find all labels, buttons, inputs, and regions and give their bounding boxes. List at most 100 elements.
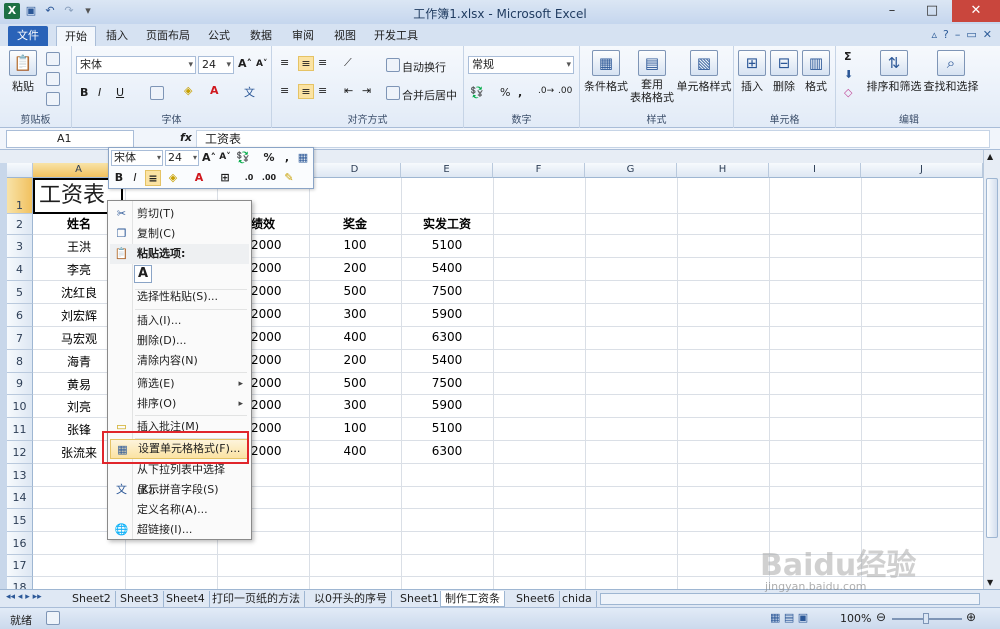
copy-icon[interactable] [46,72,60,86]
scroll-thumb[interactable] [986,178,998,538]
vertical-scrollbar[interactable]: ▲ ▼ [983,150,1000,589]
number-format-select[interactable]: 常规 [468,56,574,74]
sheet-tab[interactable]: Sheet2 [68,591,116,607]
tab-formulas[interactable]: 公式 [200,26,238,46]
tab-insert[interactable]: 插入 [98,26,136,46]
cell-bonus[interactable]: 400 [309,330,401,344]
sheet-tab-active[interactable]: 制作工资条 [440,591,505,607]
row-header-2[interactable]: 2 [7,214,33,235]
mini-bold-icon[interactable]: B [111,170,127,186]
formula-input[interactable]: 工资表 [196,130,990,148]
sort-filter-button[interactable]: ⇅ 排序和筛选 [866,50,922,94]
row-header-10[interactable]: 10 [7,395,33,418]
tab-page-layout[interactable]: 页面布局 [140,26,196,46]
cell-total[interactable]: 5400 [401,261,493,275]
cell-total[interactable]: 7500 [401,284,493,298]
tab-file[interactable]: 文件 [8,26,48,46]
paste-text-only-icon[interactable]: A [134,265,152,283]
autosum-icon[interactable]: Σ [844,50,852,63]
cell-bonus[interactable]: 200 [309,261,401,275]
underline-button[interactable]: U [116,86,124,99]
mini-fill-color-icon[interactable]: ◈ [165,170,181,186]
menu-item-phonetic[interactable]: 文显示拼音字段(S) [110,480,249,500]
zoom-out-icon[interactable]: ⊖ [876,610,886,624]
row-header-17[interactable]: 17 [7,555,33,577]
font-size-select[interactable]: 24 [198,56,234,74]
find-select-button[interactable]: ⌕ 查找和选择 [922,50,980,94]
tab-developer[interactable]: 开发工具 [368,26,424,46]
align-middle-icon[interactable]: ≡ [298,56,314,71]
row-header-7[interactable]: 7 [7,327,33,350]
menu-item-clear[interactable]: 清除内容(N) [110,351,249,371]
scroll-up-icon[interactable]: ▲ [987,152,993,161]
doc-close-icon[interactable]: ✕ [983,28,992,41]
header-bonus[interactable]: 奖金 [309,215,401,232]
row-header-13[interactable]: 13 [7,464,33,487]
sheet-tab[interactable]: 打印一页纸的方法 [208,591,305,607]
maximize-button[interactable]: □ [912,0,952,22]
column-header-d[interactable]: D [309,163,401,178]
cell-total[interactable]: 6300 [401,330,493,344]
mini-currency-icon[interactable]: 💱 [235,150,251,166]
cell-total[interactable]: 5400 [401,353,493,367]
format-cells-button[interactable]: ▥ 格式 [800,50,832,94]
wrap-text-button[interactable]: 自动换行 [402,59,446,75]
format-as-table-button[interactable]: ▤ 套用 表格格式 [628,50,676,104]
column-header-j[interactable]: J [861,163,983,178]
tab-home[interactable]: 开始 [56,26,96,46]
cell-total[interactable]: 5900 [401,398,493,412]
menu-item-paste-special[interactable]: 选择性粘贴(S)... [110,287,249,307]
row-header-8[interactable]: 8 [7,350,33,373]
sheet-tab[interactable]: chida [558,591,597,607]
align-top-icon[interactable]: ≡ [280,56,289,69]
mini-size-select[interactable]: 24 [165,150,199,166]
fill-color-icon[interactable]: ◈ [184,84,192,97]
cell-bonus[interactable]: 100 [309,421,401,435]
bold-button[interactable]: B [80,86,88,99]
cut-icon[interactable] [46,52,60,66]
font-name-select[interactable]: 宋体 [76,56,196,74]
cell-bonus[interactable]: 300 [309,307,401,321]
cell-total[interactable]: 5100 [401,238,493,252]
help-icon[interactable]: ? [943,28,949,41]
cell-total[interactable]: 7500 [401,376,493,390]
mini-font-color-icon[interactable]: A [191,170,207,186]
select-all-corner[interactable] [7,163,33,178]
cell-bonus[interactable]: 100 [309,238,401,252]
column-header-g[interactable]: G [585,163,677,178]
macro-record-icon[interactable] [46,611,60,625]
menu-item-define-name[interactable]: 定义名称(A)... [110,500,249,520]
mini-painter-icon[interactable]: ✎ [281,170,297,186]
sheet-tab[interactable]: Sheet4 [162,591,210,607]
mini-font-select[interactable]: 宋体 [111,150,163,166]
cell-total[interactable]: 6300 [401,444,493,458]
row-header-3[interactable]: 3 [7,235,33,258]
column-header-f[interactable]: F [493,163,585,178]
sheet-tab[interactable]: Sheet1 [396,591,444,607]
minimize-button[interactable]: – [872,0,912,22]
mini-format-painter-icon[interactable]: ▦ [295,150,311,166]
column-header-i[interactable]: I [769,163,861,178]
align-left-icon[interactable]: ≡ [280,84,289,97]
ribbon-minimize-icon[interactable]: ▵ [932,28,938,41]
increase-decimal-icon[interactable]: .0→ [538,86,554,96]
menu-item-insert[interactable]: 插入(I)... [110,311,249,331]
horizontal-scrollbar[interactable] [600,593,980,605]
merge-center-icon[interactable] [386,86,400,100]
cell-bonus[interactable]: 500 [309,376,401,390]
format-painter-icon[interactable] [46,92,60,106]
scroll-down-icon[interactable]: ▼ [987,578,993,587]
cell-total[interactable]: 5900 [401,307,493,321]
close-button[interactable]: ✕ [952,0,1000,22]
menu-item-sort[interactable]: 排序(O) ▸ [110,394,249,414]
sheet-tab[interactable]: 以0开头的序号 [310,591,392,607]
tab-data[interactable]: 数据 [242,26,280,46]
fx-icon[interactable]: fx [180,131,192,144]
mini-grow-font-icon[interactable]: A˄ [201,150,217,166]
zoom-level[interactable]: 100% [840,612,871,625]
border-icon[interactable] [150,86,164,100]
cell-bonus[interactable]: 400 [309,444,401,458]
cell-styles-button[interactable]: ▧ 单元格样式 [676,50,732,94]
clear-icon[interactable]: ◇ [844,86,852,99]
column-header-e[interactable]: E [401,163,493,178]
